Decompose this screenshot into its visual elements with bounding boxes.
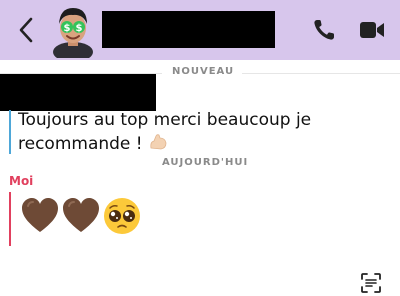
phone-call-icon[interactable] [312,18,336,42]
brown-heart-icon[interactable] [61,196,101,236]
outgoing-message-bar [9,192,11,246]
svg-text:$: $ [76,23,83,34]
sender-name-redacted [0,74,156,111]
incoming-message-bar [9,110,11,154]
incoming-message[interactable]: Toujours au top merci beaucoup je recomm… [18,108,388,156]
avatar[interactable]: $ $ [50,2,96,58]
divider-label-new: NOUVEAU [172,66,235,77]
back-button[interactable] [14,16,38,44]
flexed-biceps-icon [150,134,167,150]
outgoing-sender-label: Moi [9,174,34,188]
scan-text-icon[interactable] [360,272,382,294]
pleading-face-icon[interactable] [102,196,142,236]
chat-header: $ $ [0,0,400,60]
video-call-icon[interactable] [358,19,386,41]
svg-text:$: $ [64,23,71,34]
contact-name-redacted[interactable] [102,11,275,48]
divider-today: AUJOURD'HUI [0,157,400,171]
brown-heart-icon[interactable] [20,196,60,236]
divider-label-today: AUJOURD'HUI [162,157,249,168]
